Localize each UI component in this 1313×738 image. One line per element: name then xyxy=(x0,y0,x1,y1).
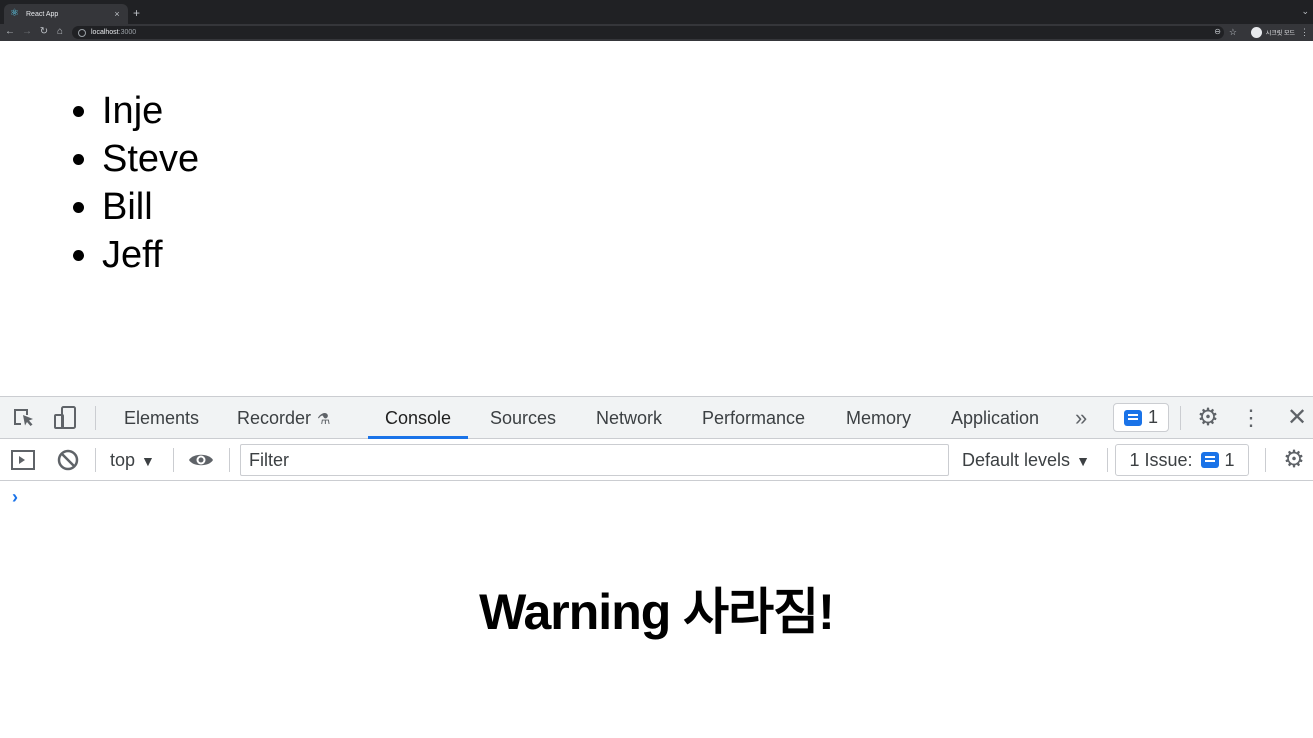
forward-icon[interactable]: → xyxy=(20,25,34,39)
console-prompt-icon: › xyxy=(12,487,18,507)
home-icon[interactable]: ⌂ xyxy=(53,25,67,39)
address-bar[interactable]: localhost:3000 xyxy=(72,26,1224,39)
log-levels-select[interactable]: Default levels ▼ xyxy=(962,439,1090,481)
dropdown-arrow-icon: ▼ xyxy=(1076,453,1090,469)
close-devtools-icon[interactable]: ✕ xyxy=(1284,405,1310,431)
toolbar-divider xyxy=(1107,448,1108,472)
messages-button[interactable]: 1 xyxy=(1113,403,1169,432)
tab-title: React App xyxy=(26,10,59,18)
console-filterbar: top ▼ Default levels ▼ 1 Issue: 1 ⚙ xyxy=(0,439,1313,481)
list-item: Inje xyxy=(102,87,199,135)
tab-network[interactable]: Network xyxy=(596,397,662,439)
profile-label: 시크릿 모드 xyxy=(1265,31,1295,37)
issues-button[interactable]: 1 Issue: 1 xyxy=(1115,444,1249,476)
url-host: localhost xyxy=(91,29,119,36)
video-caption: Warning 사라짐! xyxy=(479,584,835,640)
list-item: Bill xyxy=(102,183,199,231)
browser-tabstrip: ⚛ React App × + ⌄ xyxy=(0,0,1313,24)
live-expression-eye-icon[interactable] xyxy=(188,449,214,471)
tab-sources[interactable]: Sources xyxy=(490,397,556,439)
browser-toolbar: ← → ↻ ⌂ localhost:3000 ⊖ ☆ 시크릿 모드 ⋮ xyxy=(0,24,1313,41)
tab-memory[interactable]: Memory xyxy=(846,397,911,439)
message-icon xyxy=(1123,409,1142,426)
page-viewport: Inje Steve Bill Jeff xyxy=(0,41,1313,396)
reload-icon[interactable]: ↻ xyxy=(37,25,51,39)
toolbar-divider xyxy=(229,448,230,472)
experimental-flask-icon: ⚗ xyxy=(317,411,331,428)
back-icon[interactable]: ← xyxy=(3,25,17,39)
incognito-profile-button[interactable]: 시크릿 모드 xyxy=(1250,26,1295,39)
tab-search-icon[interactable]: ⌄ xyxy=(1301,6,1309,17)
more-options-icon[interactable]: ⋮ xyxy=(1240,405,1262,431)
tab-console[interactable]: Console xyxy=(367,397,469,439)
new-tab-button[interactable]: + xyxy=(133,6,140,20)
dropdown-arrow-icon: ▼ xyxy=(141,453,155,469)
url-port: :3000 xyxy=(118,29,137,36)
context-select[interactable]: top ▼ xyxy=(110,439,155,481)
toolbar-divider xyxy=(1180,406,1181,430)
filter-input[interactable] xyxy=(240,444,949,476)
browser-menu-icon[interactable]: ⋮ xyxy=(1300,25,1309,39)
log-levels-value: Default levels xyxy=(962,450,1071,470)
toolbar-divider xyxy=(95,406,96,430)
tab-close-icon[interactable]: × xyxy=(112,9,122,19)
show-sidebar-icon[interactable] xyxy=(10,448,36,472)
inspect-element-icon[interactable] xyxy=(12,407,36,429)
settings-gear-icon[interactable]: ⚙ xyxy=(1195,405,1221,431)
toolbar-divider xyxy=(1265,448,1266,472)
toolbar-divider xyxy=(173,448,174,472)
devtools-panel: Elements Recorder ⚗ Console Sources Netwo… xyxy=(0,396,1313,738)
clear-console-icon[interactable] xyxy=(56,448,80,472)
tab-recorder-label: Recorder xyxy=(237,408,312,428)
toolbar-divider xyxy=(95,448,96,472)
more-tabs-icon[interactable]: » xyxy=(1075,397,1087,439)
issues-label: 1 Issue: xyxy=(1129,449,1193,470)
list-item: Jeff xyxy=(102,231,199,279)
device-toolbar-icon[interactable] xyxy=(53,405,79,431)
message-count: 1 xyxy=(1147,407,1158,427)
tab-recorder[interactable]: Recorder ⚗ xyxy=(237,397,330,439)
names-list: Inje Steve Bill Jeff xyxy=(102,87,199,279)
site-info-icon[interactable] xyxy=(78,28,86,37)
tab-performance[interactable]: Performance xyxy=(702,397,805,439)
tab-application[interactable]: Application xyxy=(951,397,1039,439)
tab-elements[interactable]: Elements xyxy=(124,397,199,439)
devtools-tabbar: Elements Recorder ⚗ Console Sources Netwo… xyxy=(0,397,1313,439)
bookmark-star-icon[interactable]: ☆ xyxy=(1229,25,1237,39)
issue-message-icon xyxy=(1200,452,1219,468)
list-item: Steve xyxy=(102,135,199,183)
incognito-avatar-icon xyxy=(1250,27,1262,38)
browser-tab[interactable]: ⚛ React App × xyxy=(4,4,128,24)
issues-count: 1 xyxy=(1224,449,1235,470)
zoom-icon[interactable]: ⊖ xyxy=(1214,25,1221,39)
context-value: top xyxy=(110,450,136,470)
react-favicon-icon: ⚛ xyxy=(10,8,19,19)
console-settings-gear-icon[interactable]: ⚙ xyxy=(1281,447,1307,473)
